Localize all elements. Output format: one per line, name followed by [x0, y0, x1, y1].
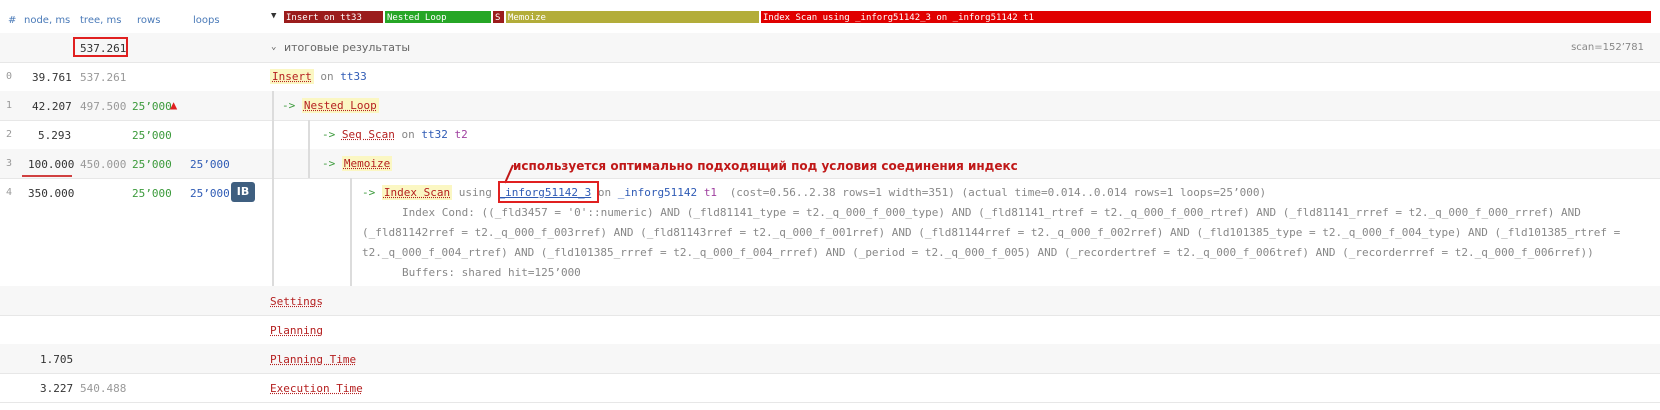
index-cond-line-2: (_fld81142rref = t2._q_000_f_003rref) AN… — [362, 226, 1621, 239]
tree-guide — [308, 120, 310, 149]
index-bitmap-badge[interactable]: IB — [231, 182, 255, 202]
planning-link[interactable]: Planning — [270, 324, 323, 337]
rows-count: 25’000 — [132, 129, 172, 142]
table-name: tt32 — [421, 128, 448, 141]
tree-guide — [272, 120, 274, 149]
plan-node-text: -> Seq Scan on tt32 t2 — [322, 128, 468, 141]
flame-collapse-icon[interactable]: ▼ — [271, 11, 276, 21]
loops-count: 25’000 — [190, 187, 230, 200]
footer-row-planning[interactable]: Planning — [0, 315, 1660, 345]
execution-tree-time-value: 540.488 — [80, 382, 127, 395]
chevron-down-icon[interactable]: ⌄ — [271, 42, 276, 52]
tree-guide — [272, 91, 274, 120]
summary-row: 537.261 ⌄ итоговые результаты scan=152’7… — [0, 33, 1660, 63]
table-name: _inforg51142 — [617, 186, 698, 199]
node-type-memoize[interactable]: Memoize — [341, 156, 393, 171]
header-row: # node, ms tree, ms rows loops ▼ Insert … — [0, 0, 1660, 34]
rows-count: 25’000 — [132, 187, 172, 200]
plan-row-insert[interactable]: 0 39.761 537.261 Insert on tt33 — [0, 62, 1660, 92]
summary-label[interactable]: итоговые результаты — [284, 41, 410, 54]
col-header-index: # — [8, 15, 17, 26]
footer-row-planning-time[interactable]: 1.705 Planning Time — [0, 344, 1660, 374]
total-time-highlight — [73, 37, 128, 57]
node-index: 3 — [6, 158, 13, 169]
node-index: 1 — [6, 100, 13, 111]
flame-segment-memoize[interactable]: Memoize — [505, 10, 760, 24]
warning-triangle-icon[interactable]: ▲ — [170, 98, 177, 112]
table-alias: t2 — [454, 128, 468, 141]
plan-row-nested-loop[interactable]: 1 42.207 497.500 25’000 ▲ -> Nested Loop — [0, 91, 1660, 121]
tree-time: 497.500 — [80, 100, 127, 113]
tree-guide — [272, 149, 274, 178]
index-cond-line-3: t2._q_000_f_004_rtref) AND (_fld101385_r… — [362, 246, 1594, 259]
node-index: 0 — [6, 71, 13, 82]
node-time-bar — [22, 175, 72, 177]
index-annotation: используется оптимально подходящий под у… — [513, 159, 1018, 173]
node-time: 350.000 — [28, 187, 75, 200]
plan-row-index-scan[interactable]: 4 350.000 25’000 25’000 IB -> Index Scan… — [0, 178, 1660, 287]
execution-time-link[interactable]: Execution Time — [270, 382, 363, 395]
tree-guide — [308, 149, 310, 178]
index-cond-line-1: Index Cond: ((_fld3457 = '0'::numeric) A… — [402, 206, 1581, 219]
execution-time-value: 3.227 — [40, 382, 74, 395]
col-header-tree-ms[interactable]: tree, ms — [80, 15, 121, 26]
buffers-info: Buffers: shared hit=125’000 — [402, 266, 581, 279]
node-type-index-scan[interactable]: Index Scan — [381, 185, 453, 200]
settings-link[interactable]: Settings — [270, 295, 323, 308]
table-alias: t1 — [703, 186, 718, 199]
loops-count: 25’000 — [190, 158, 230, 171]
node-type-seq-scan[interactable]: Seq Scan — [342, 128, 395, 141]
table-name: tt33 — [340, 70, 367, 83]
planning-time-link[interactable]: Planning Time — [270, 353, 356, 366]
plan-node-text: -> Memoize — [322, 156, 393, 171]
tree-guide — [350, 178, 352, 286]
footer-row-settings[interactable]: Settings — [0, 286, 1660, 316]
footer-row-execution-time[interactable]: 3.227 540.488 Execution Time — [0, 373, 1660, 403]
flame-segment-nested-loop[interactable]: Nested Loop — [384, 10, 492, 24]
planning-time-value: 1.705 — [40, 353, 74, 366]
flame-segment-seq-scan[interactable]: S — [492, 10, 505, 24]
tree-guide — [272, 178, 274, 286]
rows-count: 25’000 — [132, 158, 172, 171]
flame-segment-insert[interactable]: Insert on tt33 — [283, 10, 384, 24]
col-header-rows[interactable]: rows — [137, 15, 160, 26]
scan-count: scan=152’781 — [1571, 42, 1644, 53]
node-time: 100.000 — [28, 158, 75, 171]
col-header-loops[interactable]: loops — [193, 15, 220, 26]
plan-node-text: Insert on tt33 — [270, 69, 367, 84]
node-time: 5.293 — [38, 129, 72, 142]
cost-details: (cost=0.56..2.38 rows=1 width=351) (actu… — [729, 186, 1267, 199]
plan-row-memoize[interactable]: 3 100.000 450.000 25’000 25’000 -> Memoi… — [0, 149, 1660, 184]
flame-segment-index-scan[interactable]: Index Scan using _inforg51142_3 on _info… — [760, 10, 1652, 24]
node-type-insert[interactable]: Insert — [270, 69, 314, 84]
node-time: 42.207 — [32, 100, 72, 113]
node-time: 39.761 — [32, 71, 72, 84]
plan-node-text: -> Nested Loop — [282, 98, 379, 113]
index-name-highlight — [498, 181, 599, 203]
col-header-node-ms[interactable]: node, ms — [24, 15, 70, 26]
tree-time: 450.000 — [80, 158, 127, 171]
node-index: 2 — [6, 129, 13, 140]
node-type-nested-loop[interactable]: Nested Loop — [301, 98, 379, 113]
plan-row-seq-scan[interactable]: 2 5.293 25’000 -> Seq Scan on tt32 t2 — [0, 120, 1660, 150]
node-index: 4 — [6, 187, 13, 198]
tree-time: 537.261 — [80, 71, 127, 84]
rows-count: 25’000 — [132, 100, 172, 113]
